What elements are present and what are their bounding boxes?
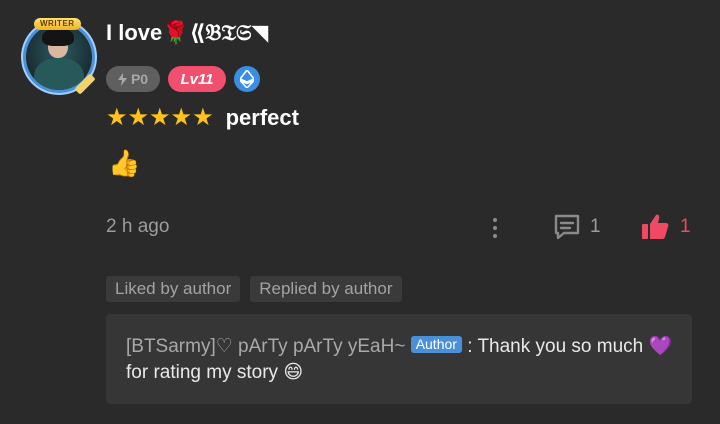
user-badges: P0 Lv11: [106, 66, 260, 92]
points-badge: P0: [106, 66, 160, 92]
author-badge: Author: [410, 336, 462, 353]
username[interactable]: I love🌹⟪𝔅𝔗𝔖◥: [106, 20, 268, 46]
avatar[interactable]: WRITER: [22, 18, 98, 95]
comment-meta: 2 h ago 1 1: [106, 212, 694, 244]
timestamp: 2 h ago: [106, 216, 170, 237]
writer-badge: WRITER: [34, 18, 81, 30]
lightning-icon: [117, 72, 127, 86]
ethereum-icon: [234, 66, 260, 92]
author-reply[interactable]: [BTSarmy]♡ pArTy pArTy yEaH~ Author : Th…: [106, 314, 692, 404]
star-rating: ★★★★★: [106, 104, 214, 131]
author-tags: Liked by author Replied by author: [106, 276, 402, 302]
more-options-icon[interactable]: [488, 214, 502, 242]
comment-count: 1: [590, 216, 601, 237]
liked-by-author-tag: Liked by author: [106, 276, 241, 302]
points-label: P0: [130, 71, 149, 87]
rating-row: ★★★★★ perfect: [106, 104, 299, 132]
reply-author-name[interactable]: [BTSarmy]♡ pArTy pArTy yEaH~: [126, 336, 405, 357]
review-text: perfect: [225, 105, 299, 130]
comment-card: WRITER I love🌹⟪𝔅𝔗𝔖◥ P0 Lv11 ★★★★★ perfec…: [0, 0, 720, 424]
comment-icon[interactable]: [552, 212, 582, 242]
reply-separator: :: [461, 336, 478, 357]
review-emoji: 👍: [108, 148, 141, 178]
level-badge: Lv11: [168, 66, 226, 92]
reply-content: [BTSarmy]♡ pArTy pArTy yEaH~ Author : Th…: [126, 334, 676, 386]
thumbs-up-icon[interactable]: [640, 212, 670, 242]
like-count: 1: [680, 216, 691, 237]
replied-by-author-tag: Replied by author: [250, 276, 402, 302]
